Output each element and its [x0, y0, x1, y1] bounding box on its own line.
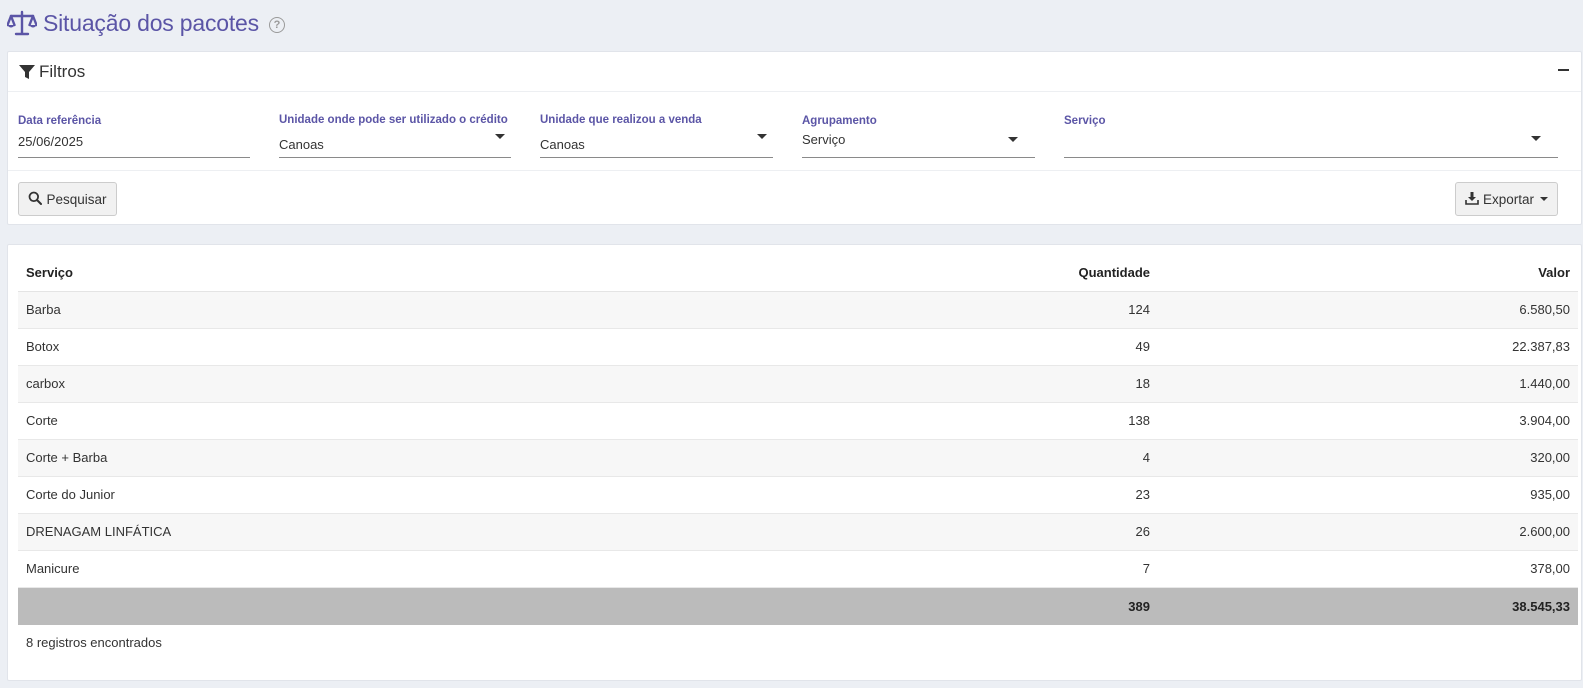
download-icon [1465, 191, 1479, 208]
cell-value: 2.600,00 [1158, 513, 1578, 551]
table-row[interactable]: Corte + Barba 4 320,00 [18, 439, 1578, 477]
cell-service: Corte + Barba [18, 439, 398, 477]
cell-value: 320,00 [1158, 439, 1578, 477]
help-icon[interactable]: ? [268, 16, 285, 33]
export-button-label: Exportar [1482, 191, 1535, 207]
cell-quantity: 7 [398, 550, 1158, 588]
table-row[interactable]: Manicure 7 378,00 [18, 550, 1578, 588]
cell-quantity: 18 [398, 365, 1158, 403]
total-quantity: 389 [398, 587, 1158, 625]
cell-value: 935,00 [1158, 476, 1578, 514]
results-table: Serviço Quantidade Valor Barba 124 6.580,5… [18, 255, 1578, 625]
export-button[interactable]: Exportar [1455, 182, 1558, 216]
service-select[interactable]: Serviço [1064, 112, 1558, 158]
sale-unit-select[interactable]: Unidade que realizou a venda Canoas [540, 112, 773, 158]
cell-value: 6.580,50 [1158, 291, 1578, 329]
sale-unit-value: Canoas [540, 137, 585, 152]
table-row[interactable]: Botox 49 22.387,83 [18, 328, 1578, 366]
cell-service: Manicure [18, 550, 398, 588]
table-row[interactable]: carbox 18 1.440,00 [18, 365, 1578, 403]
page-title: Situação dos pacotes [43, 9, 259, 36]
sale-unit-label: Unidade que realizou a venda [540, 114, 702, 126]
cell-service: Barba [18, 291, 398, 329]
caret-down-icon [1540, 197, 1549, 201]
search-icon [28, 191, 43, 208]
collapse-button[interactable] [1558, 69, 1569, 71]
table-header-row: Serviço Quantidade Valor [18, 255, 1578, 292]
grouping-value: Serviço [802, 132, 846, 147]
cell-value: 3.904,00 [1158, 402, 1578, 440]
totals-label [18, 587, 398, 625]
cell-quantity: 23 [398, 476, 1158, 514]
filter-panel-title: Filtros [39, 61, 86, 81]
cell-value: 1.440,00 [1158, 365, 1578, 403]
cell-service: Corte [18, 402, 398, 440]
column-header-value[interactable]: Valor [1158, 255, 1578, 292]
balance-scale-icon [7, 10, 37, 36]
credit-unit-value: Canoas [279, 137, 324, 152]
grouping-select[interactable]: Agrupamento Serviço [802, 112, 1035, 158]
search-button[interactable]: Pesquisar [18, 182, 117, 216]
table-row[interactable]: Corte do Junior 23 935,00 [18, 476, 1578, 514]
chevron-down-icon [757, 134, 767, 139]
totals-row: 389 38.545,33 [18, 587, 1578, 625]
filter-panel-header: Filtros [8, 52, 1581, 92]
credit-unit-label: Unidade onde pode ser utilizado o crédit… [279, 114, 508, 126]
reference-date-value: 25/06/2025 [18, 134, 84, 149]
records-count: 8 registros encontrados [26, 635, 162, 650]
cell-quantity: 4 [398, 439, 1158, 477]
page-header: Situação dos pacotes ? [7, 8, 285, 38]
cell-value: 378,00 [1158, 550, 1578, 588]
cell-value: 22.387,83 [1158, 328, 1578, 366]
filter-panel: Filtros Data referência 25/06/2025 Unida… [7, 51, 1582, 225]
cell-quantity: 138 [398, 402, 1158, 440]
column-header-service[interactable]: Serviço [18, 255, 398, 292]
filter-icon [18, 63, 36, 81]
total-value: 38.545,33 [1158, 587, 1578, 625]
cell-service: Corte do Junior [18, 476, 398, 514]
search-button-label: Pesquisar [46, 191, 107, 207]
table-row[interactable]: DRENAGAM LINFÁTICA 26 2.600,00 [18, 513, 1578, 551]
table-row[interactable]: Barba 124 6.580,50 [18, 291, 1578, 329]
chevron-down-icon [495, 134, 505, 139]
chevron-down-icon [1008, 137, 1018, 142]
cell-service: DRENAGAM LINFÁTICA [18, 513, 398, 551]
divider [8, 170, 1581, 171]
cell-service: Botox [18, 328, 398, 366]
cell-service: carbox [18, 365, 398, 403]
service-label: Serviço [1064, 115, 1106, 127]
cell-quantity: 26 [398, 513, 1158, 551]
results-panel: Serviço Quantidade Valor Barba 124 6.580,5… [7, 244, 1582, 681]
table-row[interactable]: Corte 138 3.904,00 [18, 402, 1578, 440]
grouping-label: Agrupamento [802, 115, 877, 127]
reference-date-field[interactable]: Data referência 25/06/2025 [18, 112, 250, 158]
reference-date-label: Data referência [18, 115, 102, 127]
credit-unit-select[interactable]: Unidade onde pode ser utilizado o crédit… [279, 112, 511, 158]
cell-quantity: 49 [398, 328, 1158, 366]
column-header-quantity[interactable]: Quantidade [398, 255, 1158, 292]
chevron-down-icon [1531, 136, 1541, 141]
cell-quantity: 124 [398, 291, 1158, 329]
